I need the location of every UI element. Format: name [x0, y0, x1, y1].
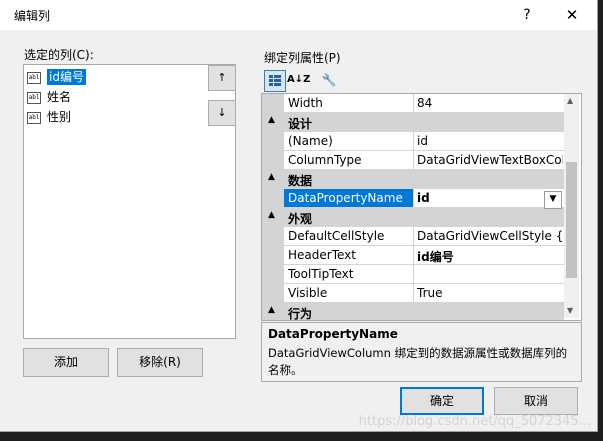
property-row[interactable]: ColumnType DataGridViewTextBoxColu [262, 151, 564, 170]
list-item-column[interactable]: abl 性别 [27, 109, 71, 126]
cancel-button[interactable]: 取消 [494, 387, 578, 415]
property-value[interactable]: id [417, 191, 563, 205]
property-row[interactable]: (Name) id [262, 132, 564, 151]
collapse-icon[interactable]: ▲ [268, 115, 275, 125]
property-name: Width [288, 96, 323, 110]
category-row[interactable]: ▲ 数据 [262, 170, 564, 189]
category-row[interactable]: ▲ 设计 [262, 113, 564, 132]
property-name: ColumnType [288, 153, 362, 167]
collapse-icon[interactable]: ▲ [268, 305, 275, 315]
category-name: 设计 [288, 117, 313, 131]
property-value[interactable]: True [417, 286, 563, 300]
property-pages-button[interactable]: 🔧 [319, 70, 339, 90]
ok-button[interactable]: 确定 [400, 387, 484, 415]
title-bar: 编辑列 ? ✕ [0, 0, 597, 30]
arrow-down-icon: ↓ [217, 106, 227, 119]
property-row[interactable]: Width 84 [262, 94, 564, 113]
property-name: ToolTipText [288, 267, 354, 281]
categorized-icon [269, 75, 281, 86]
move-up-button[interactable]: ↑ [208, 65, 236, 91]
edit-columns-dialog: 编辑列 ? ✕ 选定的列(C): abl id编号 abl 姓名 abl 性别 ↑ ↓… [0, 0, 598, 432]
property-name: Visible [288, 286, 328, 300]
description-text: DataGridViewColumn 绑定到的数据源属性或数据库列的名称。 [268, 346, 568, 377]
property-value[interactable]: id编号 [417, 248, 563, 265]
bound-properties-label: 绑定列属性(P) [264, 51, 341, 65]
description-title: DataPropertyName [268, 327, 398, 341]
arrow-up-icon: ↑ [217, 71, 227, 84]
category-row[interactable]: ▲ 行为 [262, 303, 564, 321]
property-row[interactable]: Visible True [262, 284, 564, 303]
column-name: 姓名 [47, 90, 72, 104]
textbox-column-icon: abl [27, 91, 41, 104]
property-grid[interactable]: Width 84 ▲ 设计 (Name) id ColumnType DataGridV… [261, 93, 582, 321]
property-row[interactable]: ToolTipText [262, 265, 564, 284]
property-name: HeaderText [288, 248, 356, 262]
chevron-down-icon: ▼ [549, 194, 557, 204]
columns-list[interactable]: abl id编号 abl 姓名 abl 性别 [23, 64, 236, 339]
column-name: id编号 [47, 69, 86, 85]
textbox-column-icon: abl [27, 71, 41, 84]
sort-alpha-icon: A↓Z [287, 74, 311, 85]
scroll-down-icon[interactable]: ▼ [567, 306, 573, 315]
window-title: 编辑列 [14, 9, 51, 23]
property-row[interactable]: DefaultCellStyle DataGridViewCellStyle { … [262, 227, 564, 246]
collapse-icon[interactable]: ▲ [268, 210, 275, 220]
column-name: 性别 [47, 110, 72, 124]
category-row[interactable]: ▲ 外观 [262, 208, 564, 227]
add-button[interactable]: 添加 [23, 348, 109, 377]
description-panel: DataPropertyName DataGridViewColumn 绑定到的… [261, 322, 582, 382]
help-button[interactable]: ? [505, 0, 549, 30]
property-value[interactable]: id [417, 134, 563, 148]
remove-button[interactable]: 移除(R) [117, 348, 203, 377]
property-value[interactable]: 84 [417, 96, 563, 110]
property-row-selected[interactable]: DataPropertyName id [262, 189, 564, 208]
watermark-text: https://blog.csdn.net/qq_5072345... [358, 414, 591, 429]
alphabetical-view-button[interactable]: A↓Z [287, 70, 311, 90]
dropdown-button[interactable]: ▼ [544, 191, 562, 209]
textbox-column-icon: abl [27, 111, 41, 124]
property-name: DefaultCellStyle [288, 229, 385, 243]
property-row[interactable]: HeaderText id编号 [262, 246, 564, 265]
category-name: 外观 [288, 212, 313, 226]
wrench-icon: 🔧 [321, 73, 337, 87]
category-name: 行为 [288, 307, 313, 321]
scrollbar-thumb[interactable] [566, 162, 577, 278]
list-item-column[interactable]: abl 姓名 [27, 89, 71, 106]
collapse-icon[interactable]: ▲ [268, 172, 275, 182]
close-button[interactable]: ✕ [550, 0, 594, 30]
scroll-up-icon[interactable]: ▲ [567, 96, 573, 105]
selected-columns-label: 选定的列(C): [24, 48, 94, 62]
categorized-view-button[interactable] [264, 70, 286, 92]
property-value[interactable]: DataGridViewCellStyle { } [417, 229, 563, 243]
move-down-button[interactable]: ↓ [208, 100, 236, 126]
property-value[interactable]: DataGridViewTextBoxColu [417, 153, 563, 167]
property-name: DataPropertyName [284, 189, 413, 208]
property-name: (Name) [288, 134, 333, 148]
list-item-column[interactable]: abl id编号 [27, 69, 86, 86]
category-name: 数据 [288, 174, 313, 188]
